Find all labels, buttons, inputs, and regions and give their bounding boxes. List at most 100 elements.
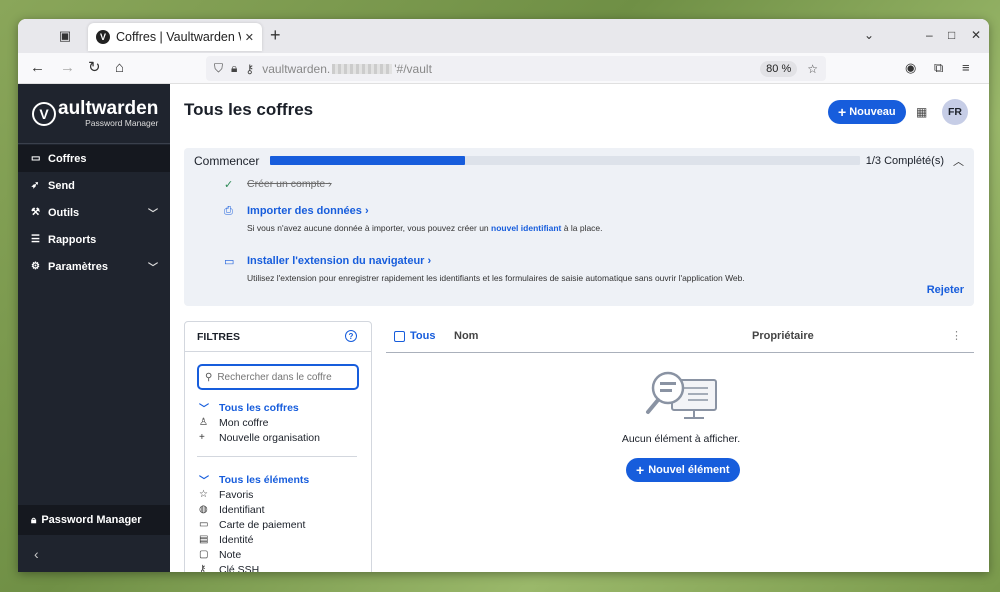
- sidebar: V aultwarden Password Manager ▭ Coffres …: [18, 84, 170, 572]
- close-window-icon[interactable]: ✕: [971, 28, 981, 42]
- empty-state-text: Aucun élément à afficher.: [621, 433, 741, 445]
- new-button[interactable]: + Nouveau: [828, 100, 906, 124]
- product-switcher[interactable]: 🔒︎ Password Manager: [18, 505, 170, 535]
- onboarding-item-title: Créer un compte ›: [247, 178, 332, 190]
- url-text[interactable]: vaultwarden. '#/vault: [262, 62, 760, 76]
- filter-my-vault[interactable]: ♙ Mon coffre: [199, 415, 320, 430]
- onboarding-count: 1/3 Complété(s): [865, 155, 944, 167]
- back-icon[interactable]: ←: [30, 59, 45, 77]
- account-icon[interactable]: ◉: [905, 59, 916, 77]
- sidebar-item-label: Coffres: [48, 152, 87, 165]
- chevron-down-icon[interactable]: ﹀: [199, 472, 219, 487]
- avatar[interactable]: FR: [942, 99, 968, 125]
- onboarding-progress-bar: [270, 156, 860, 165]
- note-icon: ▢: [199, 549, 209, 560]
- column-owner[interactable]: Propriétaire: [752, 330, 814, 342]
- more-options-icon[interactable]: ⋮: [951, 329, 962, 342]
- new-button-label: Nouveau: [849, 106, 896, 118]
- app-switcher-grid-icon[interactable]: ▦: [916, 105, 927, 119]
- filter-all-items[interactable]: ﹀ Tous les éléments: [199, 472, 309, 488]
- filter-ssh-key[interactable]: ⚷ Clé SSH: [199, 562, 309, 573]
- filter-card[interactable]: ▭ Carte de paiement: [199, 517, 309, 532]
- lock-icon[interactable]: 🔒︎: [231, 61, 237, 76]
- onboarding-title: Commencer: [194, 154, 260, 168]
- filter-new-organization[interactable]: + Nouvelle organisation: [199, 430, 320, 445]
- key-icon[interactable]: ⚷: [245, 62, 254, 76]
- reload-icon[interactable]: ↻: [88, 59, 101, 77]
- empty-vault-illustration-icon: [646, 371, 717, 419]
- column-name[interactable]: Nom: [454, 330, 478, 342]
- sidebar-item-label: Send: [48, 179, 75, 192]
- collapse-sidebar-icon[interactable]: ‹: [34, 546, 39, 562]
- browser-tab[interactable]: V Coffres | Vaultwarden We ✕: [88, 23, 262, 51]
- filter-favorites[interactable]: ☆ Favoris: [199, 487, 309, 502]
- import-icon: ⎙: [224, 205, 233, 217]
- select-all-checkbox[interactable]: [394, 331, 405, 342]
- filter-label: Note: [219, 548, 242, 561]
- filter-divider: [197, 456, 357, 457]
- select-all-label[interactable]: Tous: [410, 330, 435, 342]
- new-tab-icon[interactable]: +: [270, 25, 281, 46]
- sidebar-item-coffres[interactable]: ▭ Coffres: [18, 145, 170, 172]
- shield-icon[interactable]: ⛉: [214, 61, 223, 76]
- onboarding-progress-fill: [270, 156, 465, 165]
- star-icon: ☆: [199, 489, 208, 500]
- filter-note[interactable]: ▢ Note: [199, 547, 309, 562]
- filter-label: Identifiant: [219, 503, 265, 516]
- items-table: Tous Nom Propriétaire ⋮ Aucun élément à …: [386, 321, 974, 482]
- user-icon: ♙: [199, 417, 208, 428]
- search-input[interactable]: [217, 371, 348, 383]
- dismiss-button[interactable]: Rejeter: [927, 284, 964, 296]
- filter-all-vaults[interactable]: ﹀ Tous les coffres: [199, 400, 320, 416]
- vaultwarden-logo-icon: V: [32, 101, 56, 126]
- send-icon: ➶: [31, 180, 40, 191]
- globe-icon: ◍: [199, 504, 208, 515]
- check-icon: ✓: [224, 179, 234, 191]
- collapse-chevron-icon[interactable]: ︿: [953, 153, 964, 169]
- url-bar[interactable]: ⛉ 🔒︎ ⚷ vaultwarden. '#/vault 80 % ☆: [206, 56, 826, 81]
- bookmark-star-icon[interactable]: ☆: [807, 62, 818, 76]
- product-switcher-label: Password Manager: [41, 514, 142, 526]
- sidebar-item-label: Rapports: [48, 233, 97, 246]
- maximize-icon[interactable]: □: [948, 28, 955, 42]
- tab-title: Coffres | Vaultwarden We: [116, 30, 241, 44]
- search-box[interactable]: ⚲: [197, 364, 359, 390]
- onboarding-item-title[interactable]: Installer l'extension du navigateur ›: [247, 255, 431, 267]
- lock-icon: 🔒︎: [31, 514, 37, 526]
- minimize-icon[interactable]: –: [926, 28, 933, 42]
- help-icon[interactable]: ?: [345, 330, 357, 342]
- home-icon[interactable]: ⌂: [115, 59, 124, 77]
- forward-icon[interactable]: →: [60, 59, 75, 77]
- zoom-level[interactable]: 80 %: [760, 60, 798, 77]
- filter-label: Clé SSH: [219, 563, 260, 573]
- sidebar-item-parametres[interactable]: ⚙ Paramètres ﹀: [18, 253, 170, 280]
- table-header: Tous Nom Propriétaire ⋮: [386, 321, 974, 353]
- vault-icon: ▭: [31, 153, 41, 164]
- filter-label: Mon coffre: [219, 416, 269, 429]
- filter-login[interactable]: ◍ Identifiant: [199, 502, 309, 517]
- logo[interactable]: V aultwarden Password Manager: [18, 84, 170, 144]
- filters-panel: FILTRES ? ⚲ ﹀ Tous les coffres ♙ Mon cof…: [184, 321, 372, 572]
- onboarding-item-title[interactable]: Importer des données ›: [247, 205, 369, 217]
- sidebar-item-rapports[interactable]: ☰ Rapports: [18, 226, 170, 253]
- close-tab-icon[interactable]: ✕: [245, 31, 254, 44]
- chevron-down-icon[interactable]: ⌄: [864, 28, 874, 42]
- filter-identity[interactable]: ▤ Identité: [199, 532, 309, 547]
- logo-text: aultwarden Password Manager: [58, 99, 158, 128]
- new-item-button[interactable]: + Nouvel élément: [626, 458, 740, 482]
- browser-window: ▣ V Coffres | Vaultwarden We ✕ + ⌄ – □ ✕…: [18, 19, 989, 572]
- id-card-icon: ▤: [199, 534, 209, 545]
- sidebar-item-outils[interactable]: ⚒ Outils ﹀: [18, 199, 170, 226]
- new-login-link[interactable]: nouvel identifiant: [491, 223, 561, 233]
- vaultwarden-favicon-icon: V: [96, 30, 110, 44]
- onboarding-item-description: Utilisez l'extension pour enregistrer ra…: [247, 273, 745, 283]
- sidebar-item-send[interactable]: ➶ Send: [18, 172, 170, 199]
- onboarding-item-description: Si vous n'avez aucune donnée à importer,…: [247, 223, 603, 233]
- extensions-icon[interactable]: ⧉: [934, 59, 943, 77]
- tab-list-icon[interactable]: ▣: [56, 27, 74, 45]
- chevron-down-icon[interactable]: ﹀: [199, 400, 219, 415]
- wrench-icon: ⚒: [31, 207, 40, 218]
- chevron-down-icon: ﹀: [148, 263, 158, 274]
- menu-icon[interactable]: ≡: [962, 59, 970, 77]
- vault-filter-list: ﹀ Tous les coffres ♙ Mon coffre + Nouvel…: [199, 400, 320, 445]
